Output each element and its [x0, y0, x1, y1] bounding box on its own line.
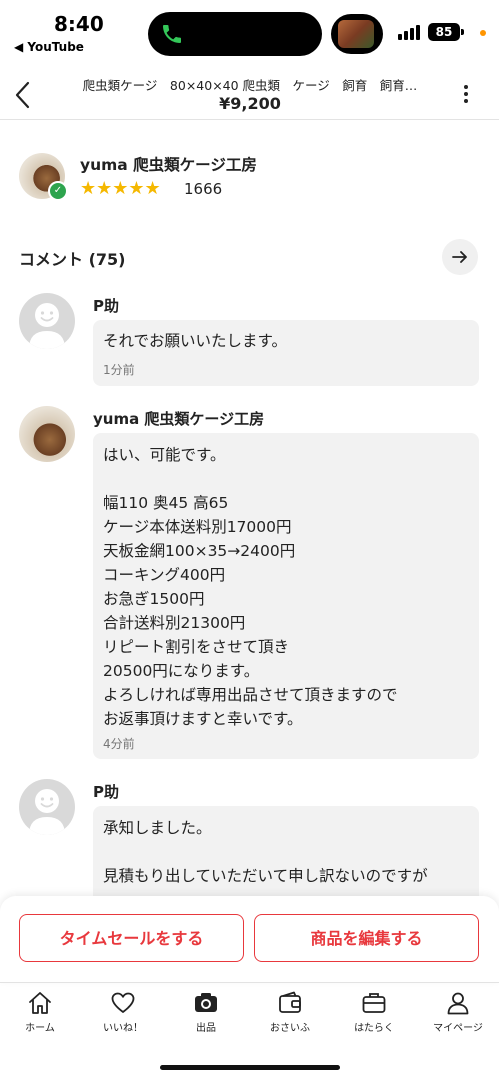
- nav-home[interactable]: ホーム: [0, 988, 80, 1038]
- wallet-icon: [279, 991, 301, 1013]
- phone-call-icon: [160, 22, 184, 46]
- timesale-button[interactable]: タイムセールをする: [19, 914, 244, 962]
- comments-more-button[interactable]: [442, 239, 478, 275]
- camera-icon: [195, 993, 217, 1012]
- comment-time: 4分前: [103, 737, 135, 751]
- commenter-avatar[interactable]: [19, 293, 75, 349]
- comment-bubble: それでお願いいたします。 1分前: [93, 320, 479, 386]
- status-time: 8:40: [54, 12, 104, 36]
- heart-icon: [111, 992, 135, 1013]
- nav-label: おさいふ: [270, 1023, 310, 1034]
- comment-bubble: はい、可能です。 幅110 奥45 高65 ケージ本体送料別17000円 天板金…: [93, 433, 479, 759]
- comment-text: 承知しました。 見積もり出していただいて申し訳ないのですが: [103, 819, 428, 885]
- commenter-avatar[interactable]: [19, 779, 75, 835]
- commenter-name[interactable]: yuma 爬虫類ケージ工房: [93, 408, 264, 429]
- comment-time: 1分前: [103, 363, 135, 377]
- rating-stars: ★★★★★: [80, 178, 161, 199]
- nav-wallet[interactable]: おさいふ: [250, 988, 330, 1038]
- home-icon: [29, 992, 51, 1014]
- nav-label: 出品: [196, 1023, 216, 1034]
- nav-divider: [0, 982, 499, 983]
- nav-mypage[interactable]: マイページ: [418, 988, 498, 1038]
- person-icon: [447, 992, 469, 1015]
- back-chevron-icon[interactable]: [8, 78, 38, 112]
- header-divider: [0, 119, 499, 120]
- nav-work[interactable]: はたらく: [334, 988, 414, 1038]
- comments-title: コメント (75): [19, 250, 126, 269]
- nav-label: マイページ: [433, 1023, 483, 1034]
- privacy-indicator-dot: [480, 30, 486, 36]
- rating-count: 1666: [184, 180, 223, 198]
- nav-likes[interactable]: いいね！: [83, 988, 163, 1038]
- nav-label: ホーム: [25, 1023, 55, 1034]
- nav-label: いいね！: [103, 1023, 143, 1034]
- commenter-name[interactable]: P助: [93, 295, 119, 316]
- commenter-name[interactable]: P助: [93, 781, 119, 802]
- battery-tip: [461, 29, 464, 35]
- battery-icon: 85: [428, 23, 460, 41]
- nav-sell[interactable]: 出品: [166, 988, 246, 1038]
- verified-badge-icon: ✓: [48, 181, 68, 201]
- item-price: ¥9,200: [219, 94, 281, 113]
- now-playing-thumbnail: [338, 20, 374, 48]
- briefcase-icon: [362, 993, 386, 1013]
- comment-text: はい、可能です。 幅110 奥45 高65 ケージ本体送料別17000円 天板金…: [103, 446, 398, 728]
- nav-label: はたらく: [354, 1023, 394, 1034]
- more-options-icon[interactable]: [454, 82, 478, 106]
- seller-name[interactable]: yuma 爬虫類ケージ工房: [80, 153, 257, 175]
- comment-text: それでお願いいたします。: [103, 332, 287, 350]
- item-title: 爬虫類ケージ 80×40×40 爬虫類 ケージ 飼育 飼育…: [82, 78, 418, 93]
- signal-icon: [398, 24, 422, 40]
- seller-comment-avatar[interactable]: [19, 406, 75, 462]
- home-indicator[interactable]: [160, 1065, 340, 1070]
- back-to-app-link[interactable]: ◀ YouTube: [14, 40, 84, 54]
- edit-item-button[interactable]: 商品を編集する: [254, 914, 479, 962]
- arrow-right-icon: [452, 251, 467, 263]
